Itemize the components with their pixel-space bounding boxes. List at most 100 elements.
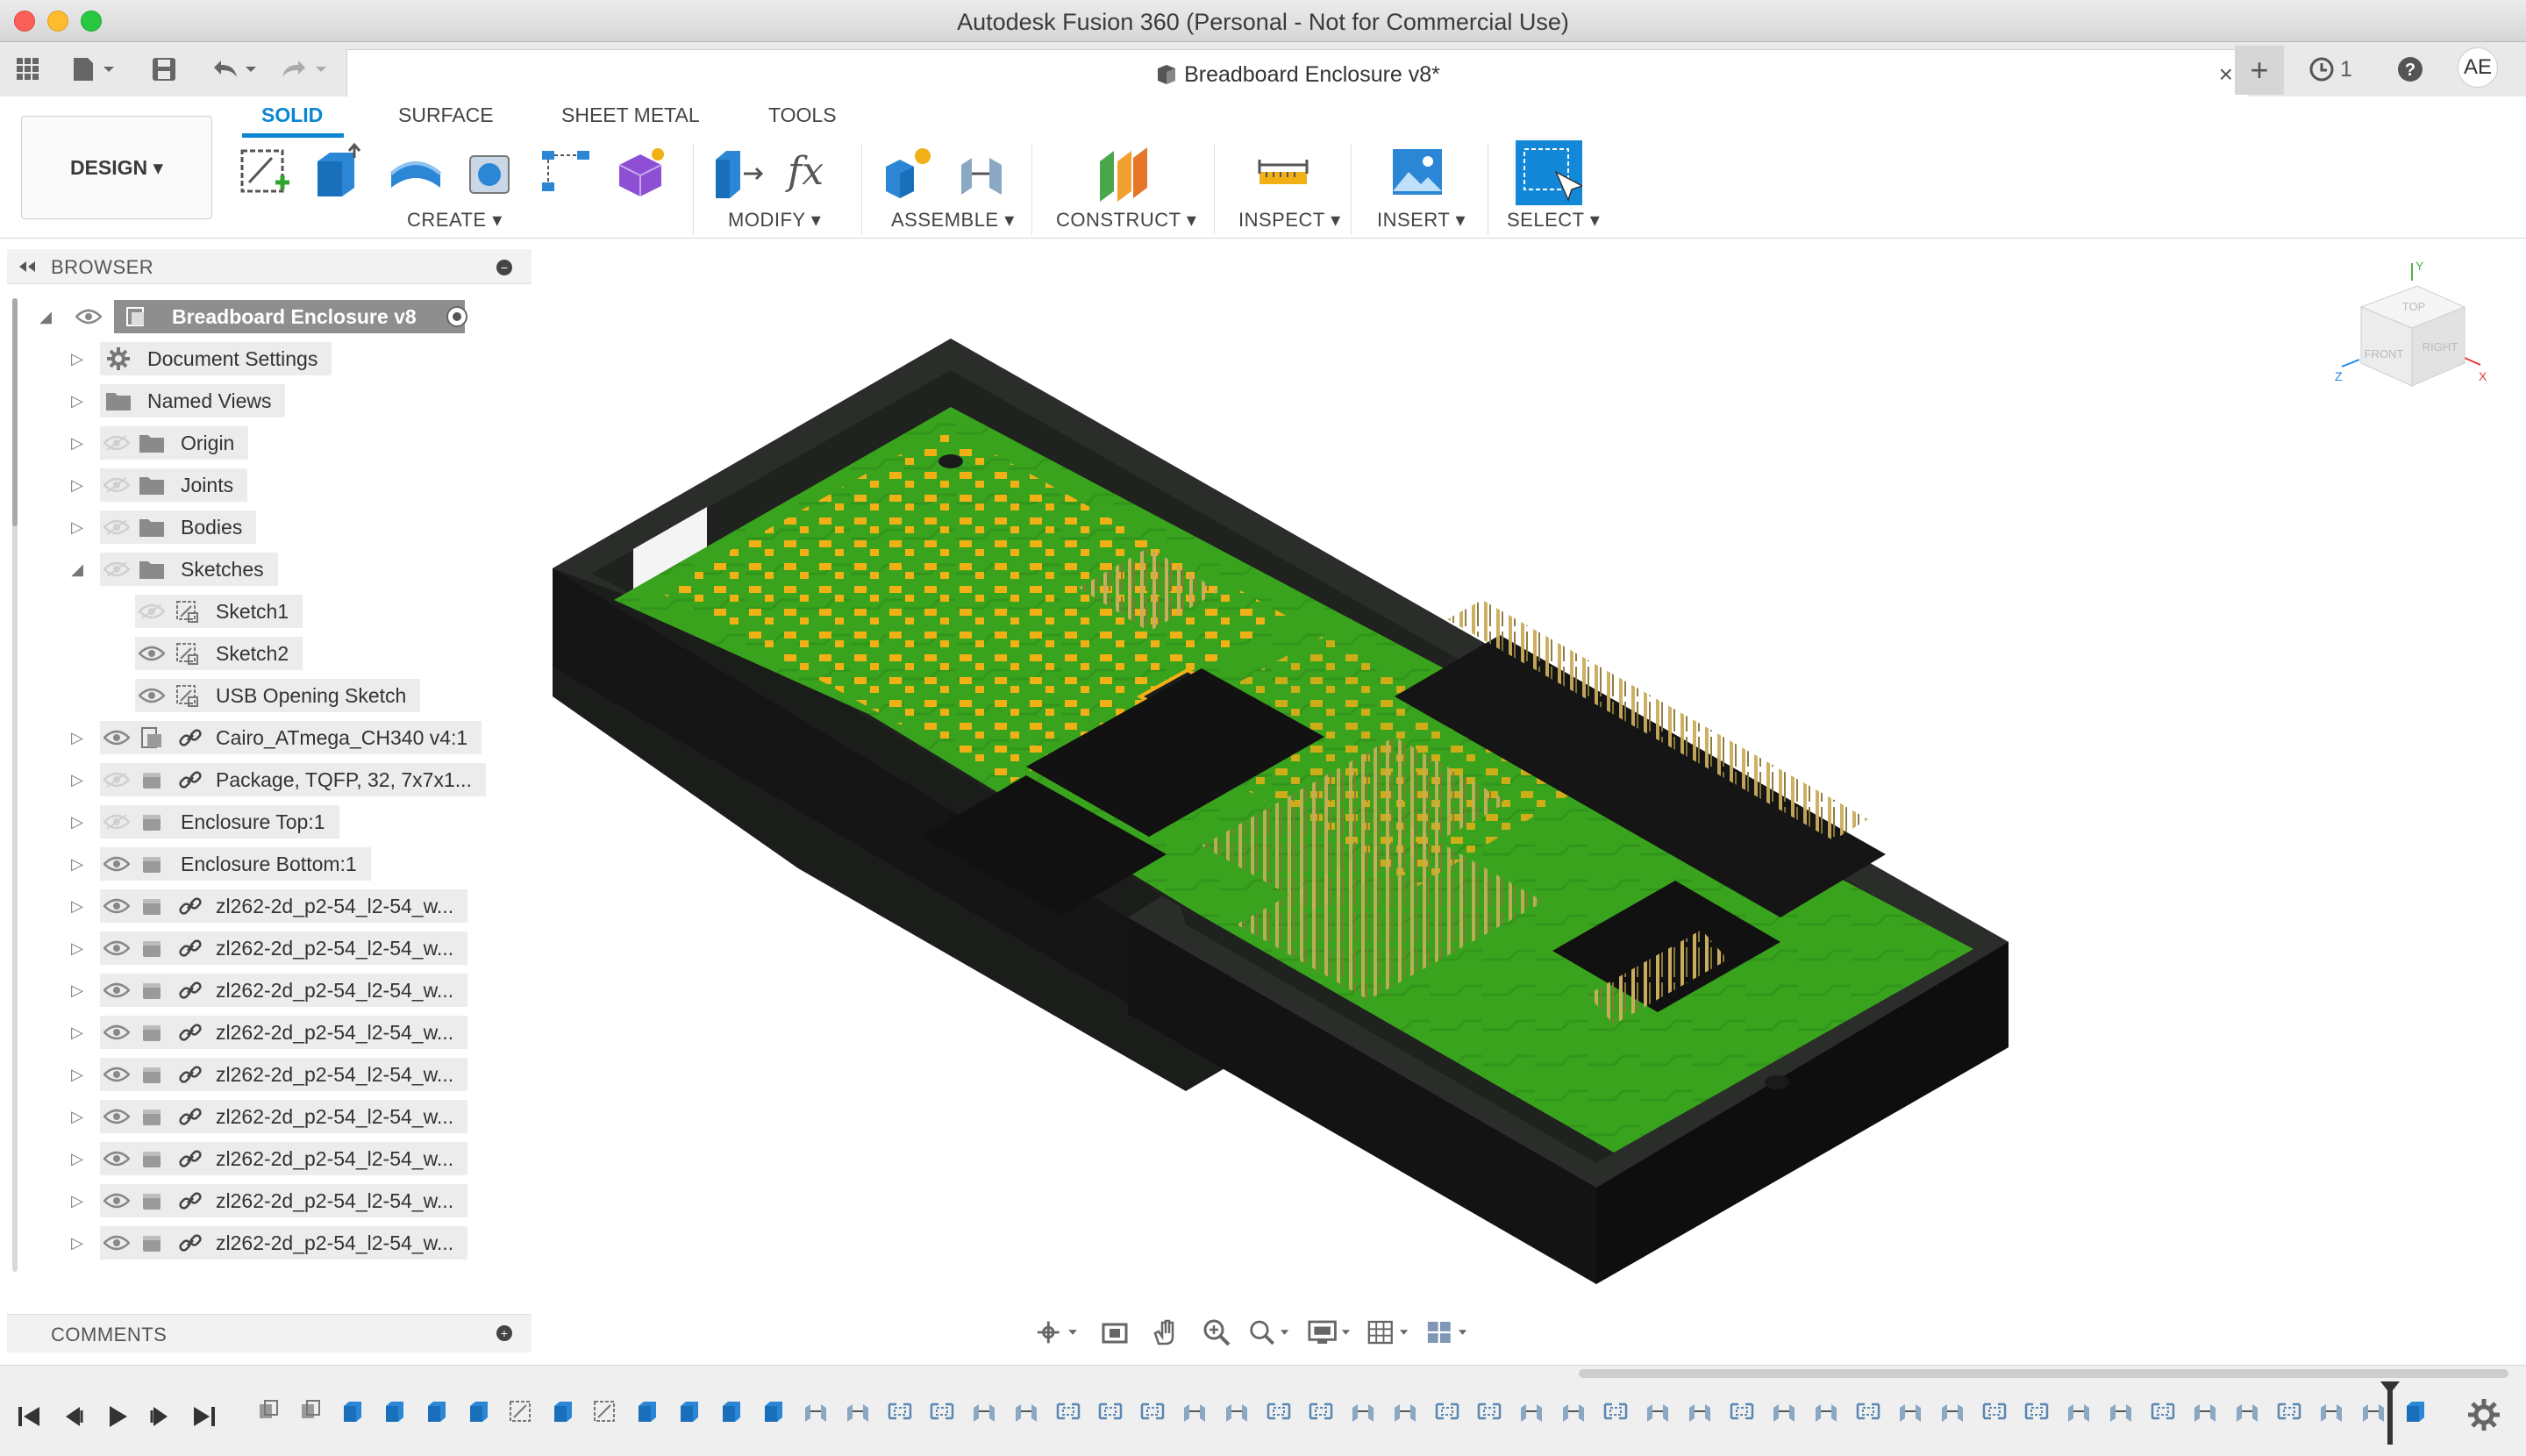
timeline-extrude-icon[interactable] (381, 1397, 410, 1427)
tree-item-pill[interactable]: zl262-2d_p2-54_l2-54_w... (100, 1184, 468, 1217)
revolve-tool[interactable] (386, 139, 444, 205)
look-at-icon[interactable] (1095, 1315, 1134, 1350)
expand-arrow-icon[interactable]: ▷ (68, 1234, 86, 1252)
root-component[interactable]: Breadboard Enclosure v8 (114, 300, 465, 333)
tree-item-pill[interactable]: zl262-2d_p2-54_l2-54_w... (100, 1058, 468, 1091)
visibility-eye-icon[interactable] (103, 514, 130, 540)
eye-icon[interactable] (75, 303, 102, 330)
timeline-joint-icon[interactable] (802, 1397, 831, 1427)
visibility-eye-icon[interactable] (103, 977, 130, 1003)
tree-item-usb-opening-sketch[interactable]: USB Opening Sketch (33, 677, 524, 714)
expand-arrow-icon[interactable]: ▷ (68, 350, 86, 368)
create-menu[interactable]: CREATE ▾ (407, 209, 503, 232)
timeline-pattern-icon[interactable] (1980, 1397, 2010, 1427)
tree-item-bodies[interactable]: ▷ Bodies (33, 509, 524, 546)
tree-item-cairo-atmega-ch340[interactable]: ▷ Cairo_ATmega_CH340 v4:1 (33, 719, 524, 756)
tree-item-sketch1[interactable]: Sketch1 (33, 593, 524, 630)
tree-item-joints[interactable]: ▷ Joints (33, 467, 524, 503)
create-sketch-tool[interactable] (237, 139, 295, 205)
expand-arrow-icon[interactable]: ▷ (68, 981, 86, 999)
expand-arrow-icon[interactable]: ▷ (68, 897, 86, 915)
timeline-extrude-icon[interactable] (675, 1397, 705, 1427)
document-tab[interactable]: Breadboard Enclosure v8* × (346, 49, 2250, 96)
timeline-joint-icon[interactable] (1812, 1397, 1842, 1427)
tree-item-pill[interactable]: Bodies (100, 510, 257, 544)
enclosure-model[interactable] (535, 240, 2526, 1363)
change-parameters-tool[interactable]: fx (784, 139, 842, 205)
tree-item-pill[interactable]: Origin (100, 426, 249, 460)
measure-tool[interactable] (1254, 139, 1312, 205)
timeline-pattern-icon[interactable] (1138, 1397, 1168, 1427)
visibility-eye-icon[interactable] (103, 767, 130, 793)
expand-arrow-icon[interactable]: ▷ (68, 1108, 86, 1125)
tree-item-pill[interactable]: zl262-2d_p2-54_l2-54_w... (100, 1226, 468, 1260)
job-status-button[interactable]: 1 (2300, 54, 2361, 84)
close-tab-button[interactable]: × (2219, 61, 2233, 89)
select-tool[interactable] (1516, 139, 1584, 205)
orbit-icon[interactable] (1035, 1315, 1083, 1350)
activate-radio-icon[interactable] (444, 303, 470, 330)
tree-item-document-settings[interactable]: ▷ Document Settings (33, 340, 524, 377)
timeline-joint-icon[interactable] (1770, 1397, 1800, 1427)
visibility-eye-icon[interactable] (103, 1103, 130, 1130)
canvas-viewport[interactable] (535, 240, 2526, 1363)
visibility-eye-icon[interactable] (103, 472, 130, 498)
timeline-sketch-icon[interactable] (507, 1397, 537, 1427)
visibility-eye-icon[interactable] (103, 1230, 130, 1256)
timeline-joint-icon[interactable] (1391, 1397, 1421, 1427)
timeline-sketch-icon[interactable] (591, 1397, 621, 1427)
visibility-eye-icon[interactable] (103, 809, 130, 835)
press-pull-tool[interactable] (709, 139, 767, 205)
tree-item-pill[interactable]: Joints (100, 468, 248, 502)
timeline-joint-icon[interactable] (1938, 1397, 1968, 1427)
offset-plane-tool[interactable] (1095, 139, 1152, 205)
new-component-tool[interactable] (879, 139, 937, 205)
timeline-pattern-icon[interactable] (1433, 1397, 1463, 1427)
expand-arrow-icon[interactable]: ▷ (68, 813, 86, 831)
tree-item-pill[interactable]: zl262-2d_p2-54_l2-54_w... (100, 1100, 468, 1133)
expand-arrow-icon[interactable]: ▷ (68, 476, 86, 494)
timeline-component-icon[interactable] (296, 1397, 326, 1427)
collapse-arrow-icon[interactable]: ◢ (37, 308, 54, 325)
tree-item-named-views[interactable]: ▷ Named Views (33, 382, 524, 419)
timeline-pattern-icon[interactable] (1265, 1397, 1295, 1427)
expand-arrow-icon[interactable]: ▷ (68, 1066, 86, 1083)
insert-menu[interactable]: INSERT ▾ (1377, 209, 1466, 232)
timeline-extrude-icon[interactable] (633, 1397, 663, 1427)
new-tab-button[interactable]: + (2235, 46, 2284, 95)
timeline-joint-icon[interactable] (2191, 1397, 2221, 1427)
grid-settings-icon[interactable] (1367, 1315, 1415, 1350)
timeline-joint-icon[interactable] (1012, 1397, 1042, 1427)
tree-item-header-component[interactable]: ▷ zl262-2d_p2-54_l2-54_w... (33, 972, 524, 1009)
rectangular-pattern-tool[interactable] (537, 139, 595, 205)
go-to-end-button[interactable] (186, 1399, 221, 1434)
help-icon[interactable]: ? (2393, 54, 2428, 84)
visibility-eye-icon[interactable] (139, 598, 165, 625)
tree-item-pill[interactable]: Document Settings (100, 342, 332, 375)
tree-item-pill[interactable]: Package, TQFP, 32, 7x7x1... (100, 763, 486, 796)
data-panel-grid-icon[interactable] (12, 54, 44, 84)
display-settings-icon[interactable] (1308, 1315, 1355, 1350)
tree-item-pill[interactable]: zl262-2d_p2-54_l2-54_w... (100, 1016, 468, 1049)
tree-item-header-component[interactable]: ▷ zl262-2d_p2-54_l2-54_w... (33, 1140, 524, 1177)
timeline-joint-icon[interactable] (1559, 1397, 1589, 1427)
timeline-pattern-icon[interactable] (1096, 1397, 1126, 1427)
timeline-pattern-icon[interactable] (1602, 1397, 1631, 1427)
tree-item-pill[interactable]: Enclosure Bottom:1 (100, 847, 371, 881)
timeline-extrude-icon[interactable] (549, 1397, 579, 1427)
tree-item-pill[interactable]: Enclosure Top:1 (100, 805, 339, 839)
timeline-extrude-icon[interactable] (465, 1397, 495, 1427)
browser-scrollbar-thumb[interactable] (12, 298, 18, 526)
timeline-extrude-icon[interactable] (717, 1397, 747, 1427)
expand-arrow-icon[interactable]: ▷ (68, 1024, 86, 1041)
tree-item-header-component[interactable]: ▷ zl262-2d_p2-54_l2-54_w... (33, 888, 524, 924)
go-to-start-button[interactable] (12, 1399, 47, 1434)
zoom-icon[interactable] (1197, 1315, 1236, 1350)
timeline-pattern-icon[interactable] (1307, 1397, 1337, 1427)
user-avatar[interactable]: AE (2458, 47, 2498, 88)
tree-item-enclosure-bottom[interactable]: ▷ Enclosure Bottom:1 (33, 846, 524, 882)
pan-hand-icon[interactable] (1146, 1315, 1185, 1350)
tree-item-sketches[interactable]: ◢ Sketches (33, 551, 524, 588)
create-form-tool[interactable] (612, 139, 670, 205)
timeline-pattern-icon[interactable] (928, 1397, 958, 1427)
